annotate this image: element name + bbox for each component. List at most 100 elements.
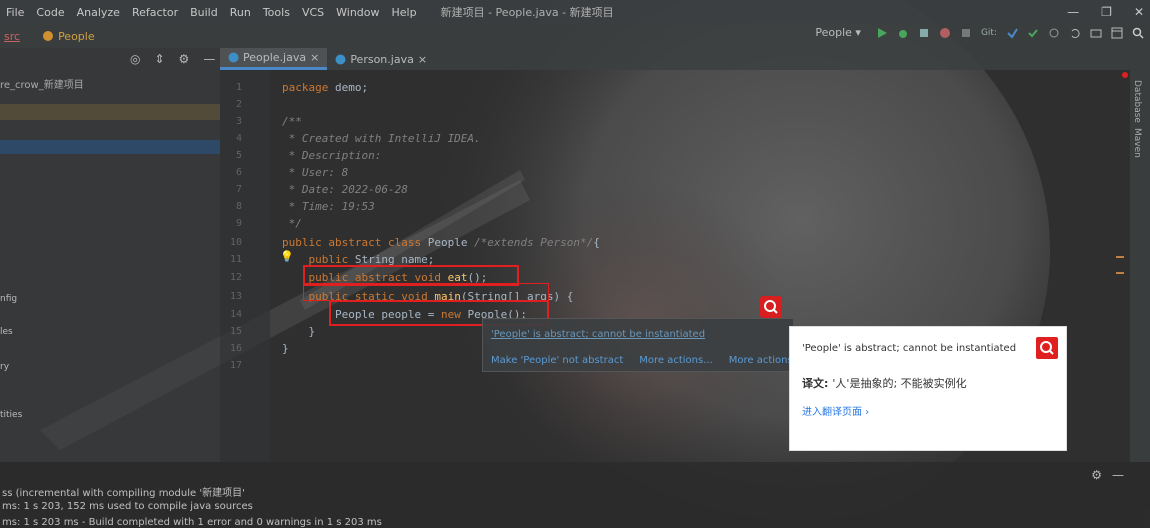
translation-search-button[interactable]: [1036, 337, 1058, 359]
code-line[interactable]: }: [282, 325, 315, 338]
tab-person-java[interactable]: Person.java ×: [327, 48, 435, 70]
more-actions-link-2[interactable]: More actions: [729, 355, 793, 366]
code-line[interactable]: }: [282, 342, 289, 355]
code-line[interactable]: */: [282, 217, 302, 230]
coverage-icon[interactable]: [918, 27, 930, 39]
editor-gutter: [220, 70, 270, 462]
stop-icon[interactable]: [960, 27, 972, 39]
code-token: demo;: [334, 81, 369, 94]
menu-vcs[interactable]: VCS: [296, 6, 330, 19]
run-icon[interactable]: [876, 27, 888, 39]
code-line[interactable]: /**: [282, 115, 302, 128]
code-token: public abstract class: [282, 236, 428, 249]
settings-gear-icon[interactable]: ⚙: [1091, 468, 1102, 482]
hide-icon[interactable]: —: [203, 52, 215, 66]
warning-stripe[interactable]: [1116, 272, 1124, 274]
lightbulb-icon[interactable]: 💡: [280, 250, 294, 263]
git-label-icon[interactable]: Git:: [981, 28, 997, 38]
open-translation-page-link[interactable]: 进入翻译页面 ›: [802, 403, 869, 418]
code-line[interactable]: * Description:: [282, 149, 382, 162]
search-icon: [1040, 341, 1054, 355]
close-tab-icon[interactable]: ×: [418, 53, 427, 66]
menu-build[interactable]: Build: [184, 6, 224, 19]
class-icon: [43, 31, 54, 41]
menu-code[interactable]: Code: [30, 6, 70, 19]
code-line[interactable]: public abstract class People /*extends P…: [282, 236, 600, 249]
translation-result: 译文: '人'是抽象的; 不能被实例化: [802, 375, 967, 391]
highlight-main-method: [303, 283, 549, 301]
error-message[interactable]: 'People' is abstract; cannot be instanti…: [491, 329, 705, 340]
project-tree-item[interactable]: tities: [0, 410, 22, 420]
project-structure-icon[interactable]: [1090, 27, 1102, 39]
maven-tool-tab[interactable]: Maven: [1132, 128, 1142, 158]
settings-gear-icon[interactable]: ⚙: [179, 52, 190, 66]
line-number: 15: [229, 326, 242, 337]
code-token: * User: 8: [282, 166, 349, 179]
project-row-selected[interactable]: [0, 140, 220, 154]
warning-stripe[interactable]: [1116, 256, 1124, 258]
close-button[interactable]: ✕: [1134, 5, 1144, 19]
hide-panel-icon[interactable]: —: [1112, 468, 1124, 482]
run-config-label: People: [815, 26, 852, 39]
java-class-icon: [228, 52, 239, 63]
layout-icon[interactable]: [1111, 27, 1123, 39]
line-number: 1: [235, 82, 242, 93]
menu-run[interactable]: Run: [224, 6, 257, 19]
project-tree-item[interactable]: nfig: [0, 294, 17, 304]
tab-people-java[interactable]: People.java ×: [220, 48, 328, 70]
breadcrumb-class-label: People: [58, 29, 95, 43]
line-number: 8: [235, 201, 242, 212]
error-indicator-icon[interactable]: [1122, 72, 1128, 78]
breadcrumb-class[interactable]: People: [42, 30, 95, 43]
quick-fix-link[interactable]: Make 'People' not abstract: [491, 355, 623, 366]
minimize-button[interactable]: —: [1067, 5, 1079, 19]
translate-search-button[interactable]: [760, 296, 782, 318]
tab-label: Person.java: [350, 52, 414, 66]
search-icon: [764, 300, 778, 314]
tab-label: People.java: [243, 51, 307, 64]
build-output-line: ss (incremental with compiling module '新…: [2, 488, 245, 499]
database-tool-tab[interactable]: Database: [1132, 80, 1142, 123]
translation-label: 译文:: [802, 377, 829, 390]
line-number: 7: [235, 184, 242, 195]
code-token: }: [282, 342, 289, 355]
search-everywhere-icon[interactable]: [1132, 27, 1144, 39]
maximize-button[interactable]: ❐: [1101, 5, 1112, 19]
line-number: 3: [235, 116, 242, 127]
translation-popup: 'People' is abstract; cannot be instanti…: [789, 326, 1067, 451]
menu-help[interactable]: Help: [386, 6, 423, 19]
project-tree-item[interactable]: ry: [0, 362, 9, 372]
rollback-icon[interactable]: [1069, 27, 1081, 39]
menu-analyze[interactable]: Analyze: [71, 6, 126, 19]
menu-refactor[interactable]: Refactor: [126, 6, 184, 19]
debug-icon[interactable]: [897, 27, 909, 39]
update-icon[interactable]: [1006, 27, 1018, 39]
project-tree-item[interactable]: les: [0, 327, 13, 337]
project-panel-toolbar: ◎ ⇕ ⚙ —: [130, 52, 215, 66]
commit-icon[interactable]: [1027, 27, 1039, 39]
breadcrumb-src[interactable]: src: [4, 30, 20, 43]
code-line[interactable]: package demo;: [282, 81, 368, 94]
run-config-select[interactable]: People ▾: [815, 26, 861, 39]
menu-tools[interactable]: Tools: [257, 6, 296, 19]
menu-bar: File Code Analyze Refactor Build Run Too…: [0, 0, 1150, 24]
code-token: */: [282, 217, 302, 230]
line-number: 5: [235, 150, 242, 161]
line-number: 6: [235, 167, 242, 178]
build-panel-toolbar: ⚙ —: [1091, 468, 1124, 482]
history-icon[interactable]: [1048, 27, 1060, 39]
menu-window[interactable]: Window: [330, 6, 385, 19]
code-line[interactable]: * Date: 2022-06-28: [282, 183, 408, 196]
locate-icon[interactable]: ◎: [130, 52, 140, 66]
code-line[interactable]: * Created with IntelliJ IDEA.: [282, 132, 481, 145]
translation-source-text: 'People' is abstract; cannot be instanti…: [802, 343, 1017, 354]
close-tab-icon[interactable]: ×: [310, 51, 319, 64]
code-line[interactable]: * Time: 19:53: [282, 200, 375, 213]
project-tree-item[interactable]: re_crow_新建项目: [0, 76, 220, 92]
collapse-icon[interactable]: ⇕: [154, 52, 164, 66]
code-line[interactable]: * User: 8: [282, 166, 349, 179]
more-actions-link[interactable]: More actions...: [639, 355, 713, 366]
profile-icon[interactable]: [939, 27, 951, 39]
line-number: 14: [229, 309, 242, 320]
menu-file[interactable]: File: [0, 6, 30, 19]
